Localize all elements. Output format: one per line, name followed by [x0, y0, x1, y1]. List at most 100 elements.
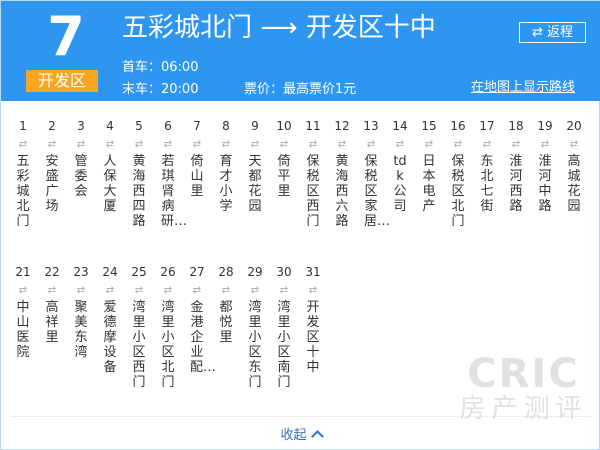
stop-number: 31 — [305, 265, 321, 279]
stop-number: 10 — [276, 119, 292, 133]
swap-arrows-icon: ⇄ — [47, 285, 57, 296]
stop-item[interactable]: 17 ⇄ 东北七街 — [475, 119, 499, 214]
stop-number: 1 — [19, 119, 27, 133]
swap-arrows-icon: ⇄ — [250, 285, 260, 296]
show-on-map-link[interactable]: 在地图上显示路线 — [471, 76, 575, 95]
stop-name: 黄海西六路 — [335, 154, 349, 229]
stop-number: 5 — [135, 119, 143, 133]
stop-item[interactable]: 5 ⇄ 黄海西四路 — [127, 119, 151, 229]
stop-name: 湾里小区南门 — [277, 300, 291, 390]
stop-item[interactable]: 21 ⇄ 中山医院 — [11, 265, 35, 360]
stop-name: 湾里小区东门 — [248, 300, 262, 390]
stop-item[interactable]: 22 ⇄ 高祥里 — [40, 265, 64, 345]
stop-number: 6 — [164, 119, 172, 133]
swap-arrows-icon: ⇄ — [308, 139, 318, 150]
stop-name: 高祥里 — [45, 300, 59, 345]
stop-item[interactable]: 15 ⇄ 日本电产 — [417, 119, 441, 214]
swap-arrows-icon: ⇄ — [163, 139, 173, 150]
stop-name: 爱德摩设备 — [103, 300, 117, 375]
swap-arrows-icon: ⇄ — [540, 139, 550, 150]
swap-arrows-icon: ⇄ — [279, 139, 289, 150]
stop-number: 14 — [392, 119, 408, 133]
stop-name: 管委会 — [74, 154, 88, 199]
stop-item[interactable]: 23 ⇄ 聚美东湾 — [69, 265, 93, 360]
stop-name: 保税区北门 — [451, 154, 465, 229]
stop-name: 湾里小区北门 — [161, 300, 175, 390]
stop-name: 中山医院 — [16, 300, 30, 360]
stop-item[interactable]: 24 ⇄ 爱德摩设备 — [98, 265, 122, 375]
stop-name: 人保大厦 — [103, 154, 117, 214]
stop-name: 保税区家居… — [364, 154, 391, 229]
stop-item[interactable]: 14 ⇄ tdk公司 — [388, 119, 412, 214]
stop-name: 高城花园 — [567, 154, 581, 214]
stop-name: 倚山里 — [190, 154, 204, 199]
stop-name: 天都花园 — [248, 154, 262, 214]
fare-info: 票价：最高票价1元 — [244, 82, 357, 97]
route-title: 五彩城北门 ⟶ 开发区十中 — [122, 13, 436, 43]
stop-name: 日本电产 — [422, 154, 436, 214]
stop-item[interactable]: 28 ⇄ 都悦里 — [214, 265, 238, 345]
stop-item[interactable]: 11 ⇄ 保税区西门 — [301, 119, 325, 229]
stop-name: 保税区西门 — [306, 154, 320, 229]
route-panel: 7 开发区 五彩城北门 ⟶ 开发区十中 首车：06:00 末车：20:00 票价… — [0, 0, 600, 450]
return-direction-button[interactable]: ⇄ 返程 — [519, 22, 586, 43]
stop-item[interactable]: 4 ⇄ 人保大厦 — [98, 119, 122, 214]
stop-item[interactable]: 31 ⇄ 开发区十中 — [301, 265, 325, 375]
stop-item[interactable]: 30 ⇄ 湾里小区南门 — [272, 265, 296, 390]
stop-item[interactable]: 8 ⇄ 育才小学 — [214, 119, 238, 214]
cric-watermark: CRIC 房产测评 — [456, 353, 591, 423]
swap-arrows-icon: ⇄ — [134, 285, 144, 296]
stop-number: 15 — [421, 119, 437, 133]
stop-item[interactable]: 18 ⇄ 淮河西路 — [504, 119, 528, 214]
stop-name: 育才小学 — [219, 154, 233, 214]
stop-item[interactable]: 16 ⇄ 保税区北门 — [446, 119, 470, 229]
stop-item[interactable]: 12 ⇄ 黄海西六路 — [330, 119, 354, 229]
swap-arrows-icon: ⇄ — [366, 139, 376, 150]
stop-name: 安盛广场 — [45, 154, 59, 214]
swap-arrows-icon: ⇄ — [163, 285, 173, 296]
swap-arrows-icon: ⇄ — [192, 139, 202, 150]
stop-name: 若琪肾病研… — [161, 154, 188, 229]
swap-arrows-icon: ⇄ — [221, 139, 231, 150]
stop-number: 19 — [537, 119, 553, 133]
route-area-tag: 开发区 — [26, 70, 98, 92]
stop-number: 3 — [77, 119, 85, 133]
stop-number: 12 — [334, 119, 350, 133]
stop-number: 24 — [102, 265, 118, 279]
stop-item[interactable]: 29 ⇄ 湾里小区东门 — [243, 265, 267, 390]
stop-item[interactable]: 10 ⇄ 倚平里 — [272, 119, 296, 199]
collapse-button[interactable]: 收起 — [1, 424, 600, 443]
stop-item[interactable]: 3 ⇄ 管委会 — [69, 119, 93, 199]
stop-number: 28 — [218, 265, 234, 279]
stop-number: 22 — [44, 265, 60, 279]
stop-item[interactable]: 25 ⇄ 湾里小区西门 — [127, 265, 151, 390]
collapse-label: 收起 — [280, 428, 307, 443]
stop-number: 2 — [48, 119, 56, 133]
stop-name: 淮河西路 — [509, 154, 523, 214]
stop-name: 金港企业配… — [190, 300, 217, 375]
stop-item[interactable]: 1 ⇄ 五彩城北门 — [11, 119, 35, 229]
swap-arrows-icon: ⇄ — [279, 285, 289, 296]
stop-item[interactable]: 13 ⇄ 保税区家居… — [359, 119, 391, 229]
stop-item[interactable]: 7 ⇄ 倚山里 — [185, 119, 209, 199]
stop-item[interactable]: 6 ⇄ 若琪肾病研… — [156, 119, 188, 229]
stop-item[interactable]: 19 ⇄ 淮河中路 — [533, 119, 557, 214]
stop-item[interactable]: 9 ⇄ 天都花园 — [243, 119, 267, 214]
swap-arrows-icon: ⇄ — [453, 139, 463, 150]
route-header: 7 开发区 五彩城北门 ⟶ 开发区十中 首车：06:00 末车：20:00 票价… — [1, 1, 600, 101]
stop-number: 20 — [566, 119, 582, 133]
route-number: 7 — [47, 5, 85, 68]
stop-number: 27 — [189, 265, 205, 279]
stop-number: 8 — [222, 119, 230, 133]
stop-name: 都悦里 — [219, 300, 233, 345]
stop-item[interactable]: 26 ⇄ 湾里小区北门 — [156, 265, 180, 390]
stop-item[interactable]: 27 ⇄ 金港企业配… — [185, 265, 217, 375]
stop-number: 25 — [131, 265, 147, 279]
swap-arrows-icon: ⇄ — [76, 139, 86, 150]
stop-item[interactable]: 20 ⇄ 高城花园 — [562, 119, 586, 214]
stop-item[interactable]: 2 ⇄ 安盛广场 — [40, 119, 64, 214]
stop-number: 17 — [479, 119, 495, 133]
swap-arrows-icon: ⇄ — [76, 285, 86, 296]
swap-arrows-icon: ⇄ — [192, 285, 202, 296]
stop-number: 30 — [276, 265, 292, 279]
